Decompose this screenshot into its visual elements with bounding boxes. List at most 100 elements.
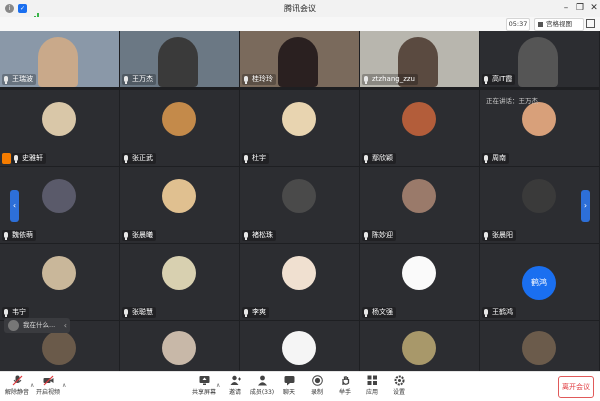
settings-icon [394, 375, 404, 386]
participant-name-text: 张正武 [132, 154, 153, 162]
share-screen-button[interactable]: 共享屏幕 [189, 374, 219, 399]
video-off-icon [43, 375, 53, 386]
participant-name-text: 魏依萌 [12, 231, 33, 239]
participant-tile[interactable]: 桂玲玲 [240, 31, 359, 87]
mic-muted-icon [12, 375, 22, 386]
invite-icon [230, 375, 241, 385]
participant-name: 褚松珠 [242, 230, 276, 241]
apps-label: 应用 [365, 389, 378, 396]
mic-icon [364, 155, 368, 163]
settings-button[interactable]: 设置 [384, 374, 414, 399]
participant-name-text: ztzhang_zzu [372, 75, 415, 83]
grid-view-icon [538, 22, 543, 27]
prev-page-button[interactable]: ‹ [10, 190, 19, 222]
participant-name: 杜宇 [242, 153, 269, 164]
participant-name-text: 周南 [492, 154, 506, 162]
participant-name: 李爽 [242, 307, 269, 318]
camera-feed [278, 37, 318, 87]
chat-button[interactable]: 聊天 [274, 374, 304, 399]
participant-tile[interactable]: 褚松珠 [240, 167, 359, 243]
participant-name-text: 杜宇 [252, 154, 266, 162]
record-button[interactable]: 录制 [302, 374, 332, 399]
mic-icon [124, 232, 128, 240]
participant-tile[interactable]: 张晨曦 [120, 167, 239, 243]
meeting-window: i ✓ 腾讯会议 – ❐ ✕ 05:37 宫格视图 王瑞波 王万杰 桂玲玲 ztzha… [0, 0, 600, 401]
chat-label: 聊天 [282, 389, 295, 396]
raise-hand-label: 举手 [338, 389, 351, 396]
leave-meeting-button[interactable]: 离开会议 [558, 376, 594, 398]
participant-tile[interactable]: 高IT霞 [480, 31, 599, 87]
next-page-button[interactable]: › [581, 190, 590, 222]
participant-tile[interactable]: 鄢欣颖 [360, 90, 479, 166]
participant-name-text: 张晨阳 [492, 231, 513, 239]
participant-name: 韦宁 [2, 307, 29, 318]
participant-tile[interactable]: 李爽 [240, 244, 359, 320]
info-bar: 05:37 宫格视图 [0, 17, 600, 31]
participant-name: 鄢欣颖 [362, 153, 396, 164]
apps-icon [367, 375, 377, 385]
members-icon [257, 375, 267, 386]
mic-icon [364, 232, 368, 240]
view-switch-button[interactable]: 宫格视图 [534, 18, 584, 31]
bottom-toolbar: 解除静音 ∧ 开启视频 ∧ 共享屏幕 ∧ 邀请 成员(33) 聊天 录制 举手 … [0, 371, 600, 401]
mic-icon [4, 309, 8, 317]
participant-name: 周南 [482, 153, 509, 164]
participant-tile[interactable]: 张正武 [120, 90, 239, 166]
start-video-button[interactable]: 开启视频 [33, 374, 63, 399]
participant-name-text: 鄢欣颖 [372, 154, 393, 162]
participant-name: 陈妙迎 [362, 230, 396, 241]
record-label: 录制 [310, 389, 323, 396]
mic-icon [484, 232, 488, 240]
invite-label: 邀请 [228, 389, 241, 396]
view-label: 宫格视图 [546, 20, 572, 28]
participant-tile[interactable]: 陈妙迎 [360, 167, 479, 243]
participant-tile[interactable]: 鹤鸿王鹤鸿 [480, 244, 599, 320]
avatar [42, 102, 76, 136]
mic-icon [484, 76, 488, 84]
members-button[interactable]: 成员(33) [247, 374, 277, 399]
avatar [522, 102, 556, 136]
close-icon[interactable]: ✕ [588, 2, 600, 14]
minimize-icon[interactable]: – [560, 2, 572, 14]
participant-tile[interactable]: 王瑞波 [0, 31, 119, 87]
participant-tile[interactable] [240, 321, 359, 371]
participant-tile[interactable]: ztzhang_zzu [360, 31, 479, 87]
record-icon [311, 375, 323, 386]
camera-feed [518, 37, 558, 87]
chevron-up-icon[interactable]: ∧ [62, 382, 66, 389]
participant-name: 史雅轩 [12, 153, 46, 164]
participant-name-text: 陈妙迎 [372, 231, 393, 239]
avatar [282, 102, 316, 136]
participant-tile[interactable]: 史雅轩 [0, 90, 119, 166]
unmute-button[interactable]: 解除静音 [2, 374, 32, 399]
chevron-left-icon[interactable]: ‹ [64, 318, 67, 333]
participant-tile[interactable]: 韦宁 [0, 244, 119, 320]
apps-button[interactable]: 应用 [357, 374, 387, 399]
mic-icon [4, 232, 8, 240]
members-label: 成员(33) [249, 389, 275, 396]
participant-tile[interactable] [360, 321, 479, 371]
avatar [522, 179, 556, 213]
raise-hand-button[interactable]: 举手 [330, 374, 360, 399]
participant-tile[interactable]: 张聪慧 [120, 244, 239, 320]
mic-icon [244, 155, 248, 163]
participant-name: 杨文强 [362, 307, 396, 318]
participant-tile[interactable]: 杨文强 [360, 244, 479, 320]
invite-button[interactable]: 邀请 [220, 374, 250, 399]
avatar [402, 256, 436, 290]
floating-chat-panel[interactable]: 我在什么... ‹ [4, 318, 70, 333]
fullscreen-icon[interactable] [586, 19, 595, 28]
restore-icon[interactable]: ❐ [574, 2, 586, 14]
participant-tile[interactable] [120, 321, 239, 371]
participant-tile[interactable]: 王万杰 [120, 31, 239, 87]
avatar: 鹤鸿 [522, 266, 556, 300]
participant-tile[interactable]: 杜宇 [240, 90, 359, 166]
participant-tile[interactable] [480, 321, 599, 371]
avatar [162, 256, 196, 290]
mic-icon [124, 309, 128, 317]
participant-name: 张聪慧 [122, 307, 156, 318]
avatar [42, 179, 76, 213]
participant-name-text: 王鹤鸿 [492, 308, 513, 316]
participant-name-text: 褚松珠 [252, 231, 273, 239]
participant-name-text: 韦宁 [12, 308, 26, 316]
